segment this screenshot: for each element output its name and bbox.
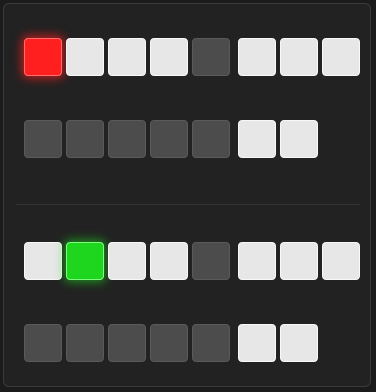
group-1-bottom-button-3[interactable]	[108, 120, 146, 158]
group-2-bottom-button-4[interactable]	[150, 324, 188, 362]
switcher-panel	[3, 3, 371, 387]
group-2-bottom-button-5[interactable]	[192, 324, 230, 362]
group-1-bottom-button-7[interactable]	[280, 120, 318, 158]
group-2-bottom-button-1[interactable]	[24, 324, 62, 362]
group-2-top-button-1[interactable]	[24, 242, 62, 280]
group-divider	[16, 204, 360, 205]
group-1-bottom-button-6[interactable]	[238, 120, 276, 158]
group-2-top-button-3[interactable]	[108, 242, 146, 280]
group-1-top-button-2[interactable]	[66, 38, 104, 76]
group-2-bottom-button-3[interactable]	[108, 324, 146, 362]
group-2-top-button-6[interactable]	[238, 242, 276, 280]
group-1-top-button-1[interactable]	[24, 38, 62, 76]
group-2-bottom-button-7[interactable]	[280, 324, 318, 362]
group-2-bottom-button-6[interactable]	[238, 324, 276, 362]
group-1-bottom-button-5[interactable]	[192, 120, 230, 158]
group-1-top-button-7[interactable]	[280, 38, 318, 76]
group-2-bottom-button-2[interactable]	[66, 324, 104, 362]
group-1-top-button-5[interactable]	[192, 38, 230, 76]
group-1-bottom-button-1[interactable]	[24, 120, 62, 158]
group-2-top-button-4[interactable]	[150, 242, 188, 280]
group-1-top-button-8[interactable]	[322, 38, 360, 76]
group-2-top-button-2[interactable]	[66, 242, 104, 280]
group-1-top-button-3[interactable]	[108, 38, 146, 76]
group-1-bottom-button-4[interactable]	[150, 120, 188, 158]
group-1-bottom-button-2[interactable]	[66, 120, 104, 158]
group-1-top-button-6[interactable]	[238, 38, 276, 76]
group-1-top-button-4[interactable]	[150, 38, 188, 76]
group-2-top-button-7[interactable]	[280, 242, 318, 280]
group-2-top-button-5[interactable]	[192, 242, 230, 280]
group-2-top-button-8[interactable]	[322, 242, 360, 280]
